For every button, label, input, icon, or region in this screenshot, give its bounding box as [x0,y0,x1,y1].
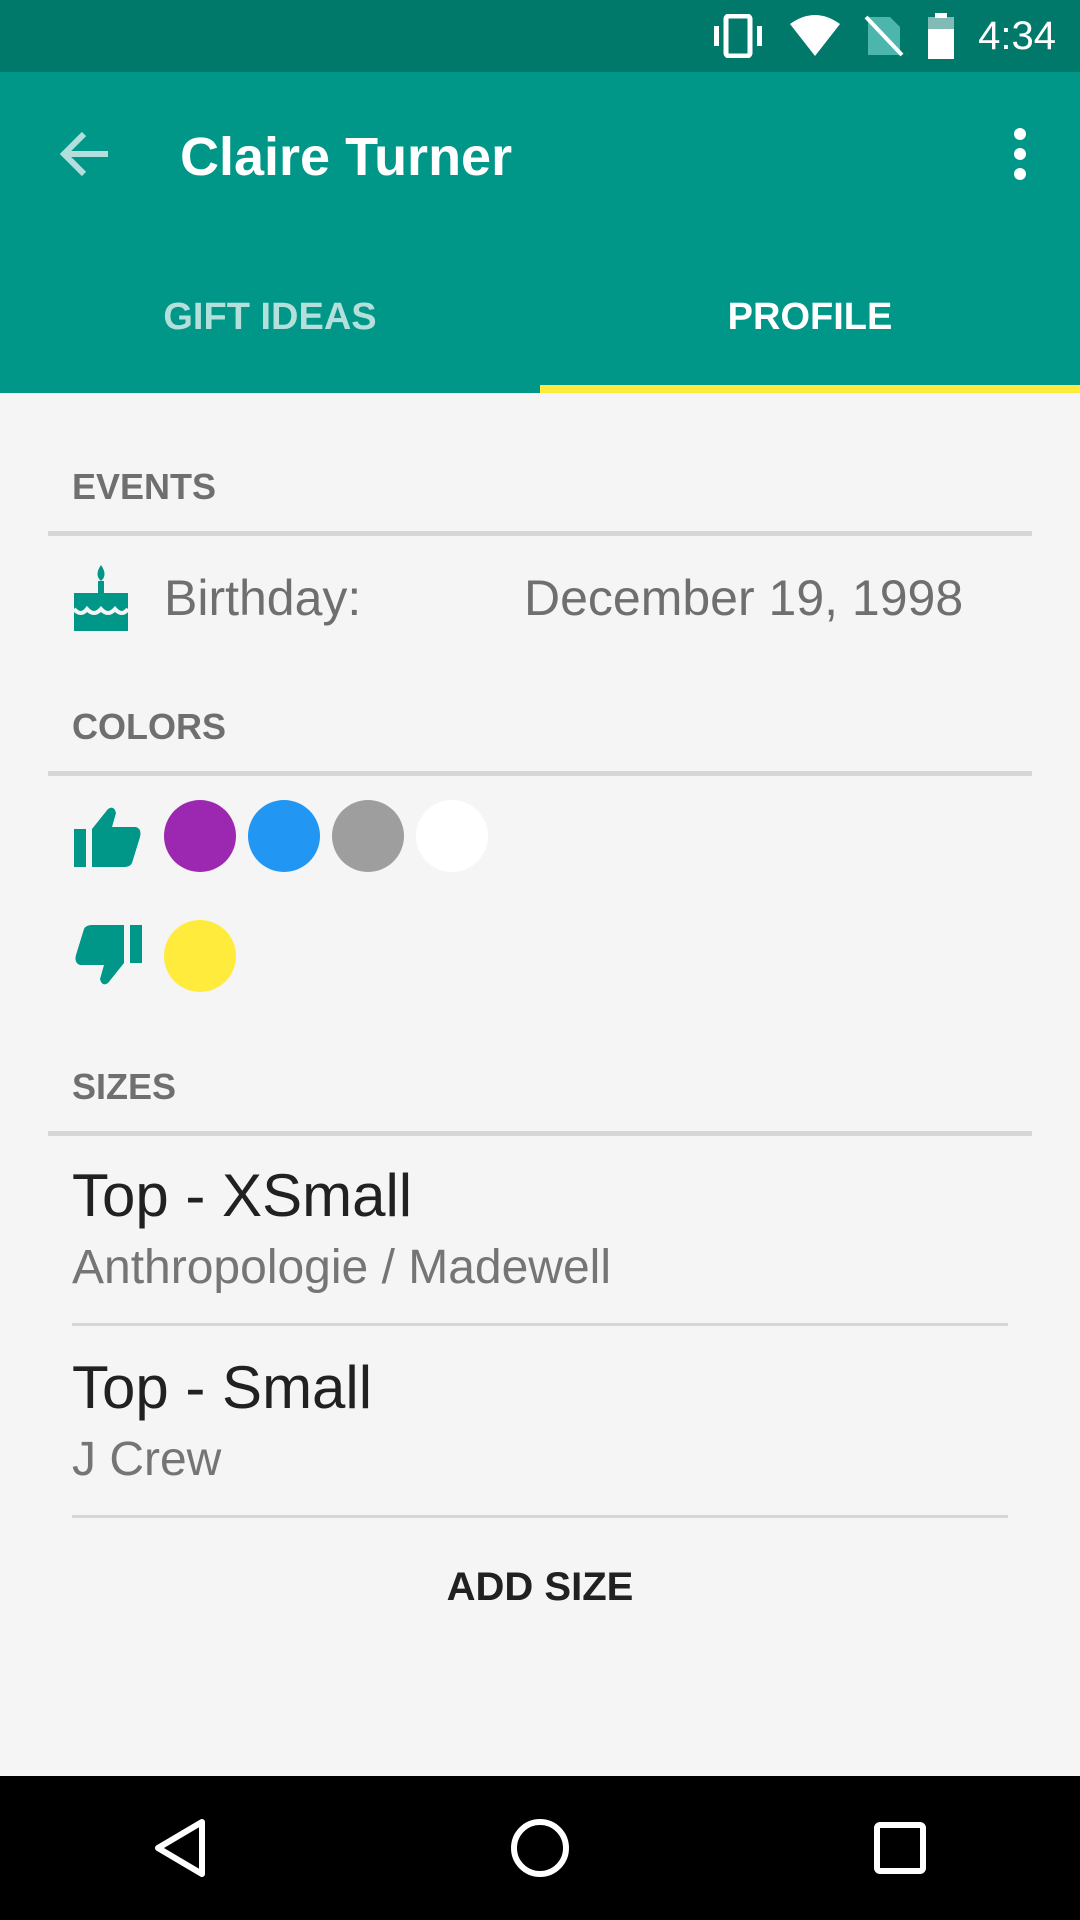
triangle-back-icon [155,1819,205,1877]
system-nav-bar [0,1776,1080,1920]
cake-icon [72,565,130,631]
event-date: December 19, 1998 [524,570,964,626]
nav-recents-button[interactable] [840,1788,960,1908]
page-title: Claire Turner [180,127,513,187]
vibrate-icon [710,14,766,58]
clock: 4:34 [978,13,1056,58]
sizes-header: SIZES [48,1066,1032,1136]
tab-profile[interactable]: PROFILE [540,236,1080,393]
colors-header: COLORS [48,706,1032,776]
back-button[interactable] [50,124,120,184]
tab-gift-ideas[interactable]: GIFT IDEAS [0,236,540,393]
size-stores: J Crew [72,1433,222,1486]
size-item[interactable]: Top - XSmall Anthropologie / Madewell [72,1160,1008,1326]
square-recents-icon [874,1822,926,1874]
liked-colors-row [72,800,500,872]
size-item[interactable]: Top - Small J Crew [72,1352,1008,1518]
event-label: Birthday: [164,570,362,626]
no-sim-icon [864,13,904,59]
wifi-icon [788,14,842,58]
status-bar: 4:34 [0,0,1080,72]
more-options-button[interactable] [1000,124,1040,184]
size-title: Top - Small [72,1354,373,1421]
battery-icon [926,13,956,59]
color-swatch-purple[interactable] [164,800,236,872]
event-birthday-row[interactable]: Birthday: December 19, 1998 [72,560,1032,636]
color-swatch-gray[interactable] [332,800,404,872]
color-swatch-yellow[interactable] [164,920,236,992]
app-bar: Claire Turner [0,72,1080,236]
nav-home-button[interactable] [480,1788,600,1908]
color-swatch-blue[interactable] [248,800,320,872]
size-stores: Anthropologie / Madewell [72,1241,611,1294]
thumbs-down-icon [72,920,144,992]
more-vert-icon [1014,128,1026,180]
thumbs-up-icon [72,800,144,872]
size-title: Top - XSmall [72,1162,413,1229]
arrow-left-icon [59,131,108,177]
nav-back-button[interactable] [120,1788,240,1908]
disliked-colors-row [72,920,248,992]
events-header: EVENTS [48,466,1032,536]
tab-bar: GIFT IDEAS PROFILE [0,236,1080,393]
circle-home-icon [511,1819,569,1877]
color-swatch-white[interactable] [416,800,488,872]
add-size-button[interactable]: ADD SIZE [0,1565,1080,1610]
